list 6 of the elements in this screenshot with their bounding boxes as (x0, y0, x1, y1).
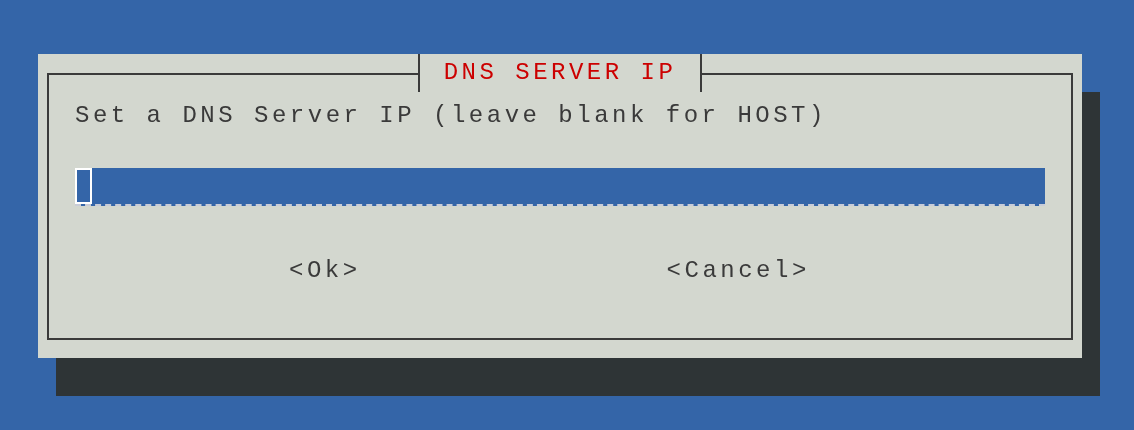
prompt-text: Set a DNS Server IP (leave blank for HOST) (75, 101, 828, 131)
text-cursor-icon (75, 168, 92, 204)
dialog-button[interactable]: <Ok> (289, 256, 361, 286)
input-field[interactable] (75, 168, 1045, 206)
dialog-title: DNS SERVER IP (417, 54, 703, 92)
dialog-button[interactable]: <Cancel> (666, 256, 810, 286)
